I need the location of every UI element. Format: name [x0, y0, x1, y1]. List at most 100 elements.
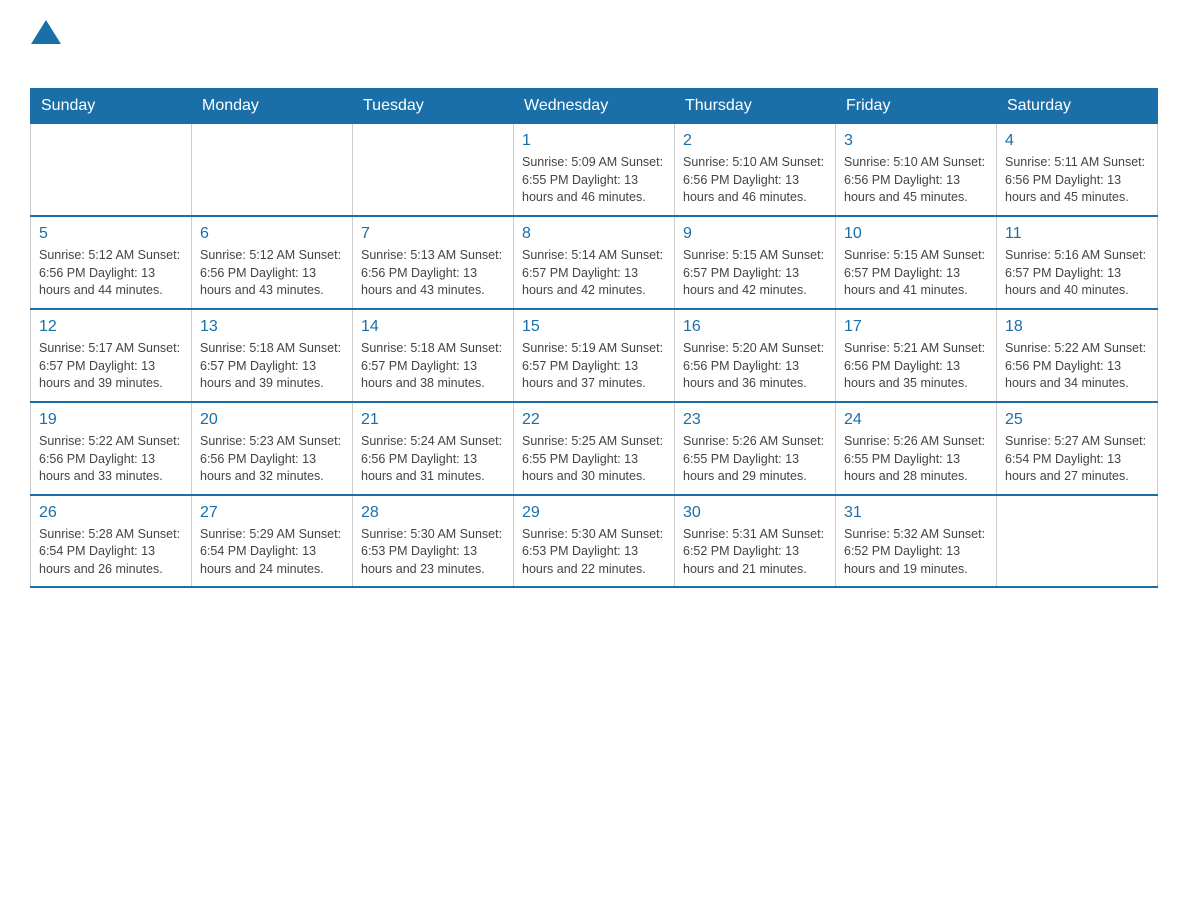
day-info: Sunrise: 5:31 AM Sunset: 6:52 PM Dayligh…: [683, 526, 827, 579]
calendar-cell: 7Sunrise: 5:13 AM Sunset: 6:56 PM Daylig…: [353, 216, 514, 309]
calendar-cell: 9Sunrise: 5:15 AM Sunset: 6:57 PM Daylig…: [675, 216, 836, 309]
day-info: Sunrise: 5:14 AM Sunset: 6:57 PM Dayligh…: [522, 247, 666, 300]
day-info: Sunrise: 5:30 AM Sunset: 6:53 PM Dayligh…: [361, 526, 505, 579]
day-info: Sunrise: 5:27 AM Sunset: 6:54 PM Dayligh…: [1005, 433, 1149, 486]
calendar-cell: 11Sunrise: 5:16 AM Sunset: 6:57 PM Dayli…: [997, 216, 1158, 309]
calendar-week-row: 5Sunrise: 5:12 AM Sunset: 6:56 PM Daylig…: [31, 216, 1158, 309]
day-info: Sunrise: 5:21 AM Sunset: 6:56 PM Dayligh…: [844, 340, 988, 393]
weekday-header-tuesday: Tuesday: [353, 89, 514, 124]
calendar-cell: 12Sunrise: 5:17 AM Sunset: 6:57 PM Dayli…: [31, 309, 192, 402]
calendar-cell: 8Sunrise: 5:14 AM Sunset: 6:57 PM Daylig…: [514, 216, 675, 309]
day-info: Sunrise: 5:10 AM Sunset: 6:56 PM Dayligh…: [844, 154, 988, 207]
calendar-cell: 1Sunrise: 5:09 AM Sunset: 6:55 PM Daylig…: [514, 124, 675, 216]
day-number: 22: [522, 409, 666, 431]
day-number: 25: [1005, 409, 1149, 431]
weekday-header-sunday: Sunday: [31, 89, 192, 124]
calendar-cell: 16Sunrise: 5:20 AM Sunset: 6:56 PM Dayli…: [675, 309, 836, 402]
calendar-cell: 15Sunrise: 5:19 AM Sunset: 6:57 PM Dayli…: [514, 309, 675, 402]
calendar-week-row: 12Sunrise: 5:17 AM Sunset: 6:57 PM Dayli…: [31, 309, 1158, 402]
calendar-week-row: 19Sunrise: 5:22 AM Sunset: 6:56 PM Dayli…: [31, 402, 1158, 495]
calendar-cell: 10Sunrise: 5:15 AM Sunset: 6:57 PM Dayli…: [836, 216, 997, 309]
day-number: 8: [522, 223, 666, 245]
day-info: Sunrise: 5:22 AM Sunset: 6:56 PM Dayligh…: [39, 433, 183, 486]
day-number: 10: [844, 223, 988, 245]
day-number: 14: [361, 316, 505, 338]
day-info: Sunrise: 5:17 AM Sunset: 6:57 PM Dayligh…: [39, 340, 183, 393]
day-number: 23: [683, 409, 827, 431]
calendar-cell: 13Sunrise: 5:18 AM Sunset: 6:57 PM Dayli…: [192, 309, 353, 402]
day-number: 13: [200, 316, 344, 338]
day-number: 4: [1005, 130, 1149, 152]
day-number: 28: [361, 502, 505, 524]
day-number: 29: [522, 502, 666, 524]
day-info: Sunrise: 5:09 AM Sunset: 6:55 PM Dayligh…: [522, 154, 666, 207]
calendar-cell: 4Sunrise: 5:11 AM Sunset: 6:56 PM Daylig…: [997, 124, 1158, 216]
calendar-cell: 18Sunrise: 5:22 AM Sunset: 6:56 PM Dayli…: [997, 309, 1158, 402]
day-number: 24: [844, 409, 988, 431]
day-number: 11: [1005, 223, 1149, 245]
calendar-cell: 3Sunrise: 5:10 AM Sunset: 6:56 PM Daylig…: [836, 124, 997, 216]
day-info: Sunrise: 5:16 AM Sunset: 6:57 PM Dayligh…: [1005, 247, 1149, 300]
day-info: Sunrise: 5:25 AM Sunset: 6:55 PM Dayligh…: [522, 433, 666, 486]
calendar-header-row: SundayMondayTuesdayWednesdayThursdayFrid…: [31, 89, 1158, 124]
calendar-cell: 30Sunrise: 5:31 AM Sunset: 6:52 PM Dayli…: [675, 495, 836, 588]
calendar-cell: 31Sunrise: 5:32 AM Sunset: 6:52 PM Dayli…: [836, 495, 997, 588]
calendar-cell: 24Sunrise: 5:26 AM Sunset: 6:55 PM Dayli…: [836, 402, 997, 495]
calendar-table: SundayMondayTuesdayWednesdayThursdayFrid…: [30, 88, 1158, 588]
calendar-cell: [31, 124, 192, 216]
calendar-cell: 23Sunrise: 5:26 AM Sunset: 6:55 PM Dayli…: [675, 402, 836, 495]
weekday-header-monday: Monday: [192, 89, 353, 124]
calendar-cell: 21Sunrise: 5:24 AM Sunset: 6:56 PM Dayli…: [353, 402, 514, 495]
day-number: 31: [844, 502, 988, 524]
day-info: Sunrise: 5:19 AM Sunset: 6:57 PM Dayligh…: [522, 340, 666, 393]
calendar-cell: 19Sunrise: 5:22 AM Sunset: 6:56 PM Dayli…: [31, 402, 192, 495]
day-number: 16: [683, 316, 827, 338]
logo: [30, 20, 61, 78]
calendar-cell: 14Sunrise: 5:18 AM Sunset: 6:57 PM Dayli…: [353, 309, 514, 402]
calendar-week-row: 26Sunrise: 5:28 AM Sunset: 6:54 PM Dayli…: [31, 495, 1158, 588]
day-info: Sunrise: 5:13 AM Sunset: 6:56 PM Dayligh…: [361, 247, 505, 300]
day-info: Sunrise: 5:20 AM Sunset: 6:56 PM Dayligh…: [683, 340, 827, 393]
calendar-cell: 28Sunrise: 5:30 AM Sunset: 6:53 PM Dayli…: [353, 495, 514, 588]
day-number: 12: [39, 316, 183, 338]
logo-icon: [31, 16, 61, 46]
day-number: 3: [844, 130, 988, 152]
day-number: 6: [200, 223, 344, 245]
day-number: 5: [39, 223, 183, 245]
day-number: 7: [361, 223, 505, 245]
day-info: Sunrise: 5:26 AM Sunset: 6:55 PM Dayligh…: [683, 433, 827, 486]
weekday-header-saturday: Saturday: [997, 89, 1158, 124]
day-number: 9: [683, 223, 827, 245]
day-info: Sunrise: 5:12 AM Sunset: 6:56 PM Dayligh…: [200, 247, 344, 300]
day-number: 15: [522, 316, 666, 338]
day-info: Sunrise: 5:29 AM Sunset: 6:54 PM Dayligh…: [200, 526, 344, 579]
day-info: Sunrise: 5:23 AM Sunset: 6:56 PM Dayligh…: [200, 433, 344, 486]
calendar-cell: 22Sunrise: 5:25 AM Sunset: 6:55 PM Dayli…: [514, 402, 675, 495]
weekday-header-friday: Friday: [836, 89, 997, 124]
day-number: 21: [361, 409, 505, 431]
day-info: Sunrise: 5:15 AM Sunset: 6:57 PM Dayligh…: [683, 247, 827, 300]
day-info: Sunrise: 5:10 AM Sunset: 6:56 PM Dayligh…: [683, 154, 827, 207]
calendar-cell: 25Sunrise: 5:27 AM Sunset: 6:54 PM Dayli…: [997, 402, 1158, 495]
day-info: Sunrise: 5:22 AM Sunset: 6:56 PM Dayligh…: [1005, 340, 1149, 393]
day-info: Sunrise: 5:30 AM Sunset: 6:53 PM Dayligh…: [522, 526, 666, 579]
day-number: 19: [39, 409, 183, 431]
calendar-cell: [192, 124, 353, 216]
day-info: Sunrise: 5:24 AM Sunset: 6:56 PM Dayligh…: [361, 433, 505, 486]
calendar-cell: 26Sunrise: 5:28 AM Sunset: 6:54 PM Dayli…: [31, 495, 192, 588]
day-number: 1: [522, 130, 666, 152]
weekday-header-thursday: Thursday: [675, 89, 836, 124]
calendar-cell: 2Sunrise: 5:10 AM Sunset: 6:56 PM Daylig…: [675, 124, 836, 216]
day-info: Sunrise: 5:26 AM Sunset: 6:55 PM Dayligh…: [844, 433, 988, 486]
page-header: [30, 20, 1158, 78]
day-info: Sunrise: 5:12 AM Sunset: 6:56 PM Dayligh…: [39, 247, 183, 300]
calendar-cell: 5Sunrise: 5:12 AM Sunset: 6:56 PM Daylig…: [31, 216, 192, 309]
day-number: 30: [683, 502, 827, 524]
calendar-cell: 27Sunrise: 5:29 AM Sunset: 6:54 PM Dayli…: [192, 495, 353, 588]
day-number: 2: [683, 130, 827, 152]
day-number: 17: [844, 316, 988, 338]
calendar-cell: 17Sunrise: 5:21 AM Sunset: 6:56 PM Dayli…: [836, 309, 997, 402]
calendar-cell: 29Sunrise: 5:30 AM Sunset: 6:53 PM Dayli…: [514, 495, 675, 588]
day-info: Sunrise: 5:28 AM Sunset: 6:54 PM Dayligh…: [39, 526, 183, 579]
weekday-header-wednesday: Wednesday: [514, 89, 675, 124]
